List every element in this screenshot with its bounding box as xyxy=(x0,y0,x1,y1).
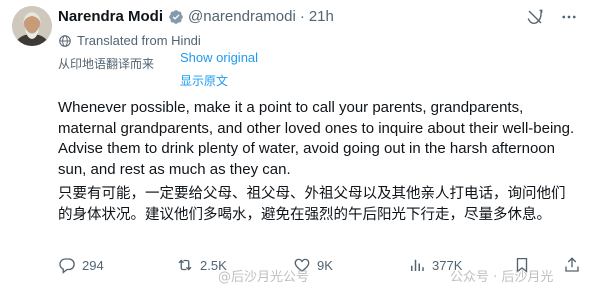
tweet-text-chinese: 只要有可能，一定要给父母、祖父母、外祖父母以及其他亲人打电话，询问他们的身体状况… xyxy=(58,186,566,223)
avatar[interactable] xyxy=(12,6,52,46)
author-handle[interactable]: @narendramodi xyxy=(188,8,296,25)
like-button[interactable]: 9K xyxy=(293,256,333,274)
bookmark-icon xyxy=(513,256,531,274)
translation-label: Translated from Hindi xyxy=(77,33,201,48)
views-button[interactable]: 377K xyxy=(408,256,462,274)
show-original-link[interactable]: Show original xyxy=(180,50,258,65)
tweet-header: Narendra Modi @narendramodi · 21h xyxy=(58,8,334,25)
globe-icon xyxy=(58,34,72,48)
top-actions xyxy=(526,8,578,26)
separator-dot: · xyxy=(299,8,305,25)
like-count: 9K xyxy=(317,257,333,273)
show-original-link-cn: 显示原文 xyxy=(180,74,229,88)
reply-button[interactable]: 294 xyxy=(58,256,104,274)
tweet-text-english: Whenever possible, make it a point to ca… xyxy=(58,99,575,178)
grok-icon[interactable] xyxy=(526,8,544,26)
views-icon xyxy=(408,256,426,274)
watermark-right: 公众号 · 后沙月光 xyxy=(450,270,554,285)
author-name[interactable]: Narendra Modi xyxy=(58,8,163,25)
heart-icon xyxy=(293,256,311,274)
timestamp[interactable]: 21h xyxy=(309,8,334,25)
repost-button[interactable]: 2.5K xyxy=(176,256,227,274)
bookmark-button[interactable] xyxy=(513,256,531,274)
view-count: 377K xyxy=(432,257,463,273)
repost-icon xyxy=(176,256,194,274)
verified-badge-icon[interactable] xyxy=(168,9,184,25)
repost-count: 2.5K xyxy=(200,257,227,273)
reply-count: 294 xyxy=(82,257,104,273)
translation-notice: Translated from Hindi xyxy=(58,33,201,48)
share-icon xyxy=(563,256,581,274)
more-icon[interactable] xyxy=(560,8,578,26)
reply-icon xyxy=(58,256,76,274)
share-button[interactable] xyxy=(563,256,581,274)
tweet: Narendra Modi @narendramodi · 21h Transl… xyxy=(0,0,592,300)
translation-label-cn: 从印地语翻译而来 xyxy=(58,57,155,71)
